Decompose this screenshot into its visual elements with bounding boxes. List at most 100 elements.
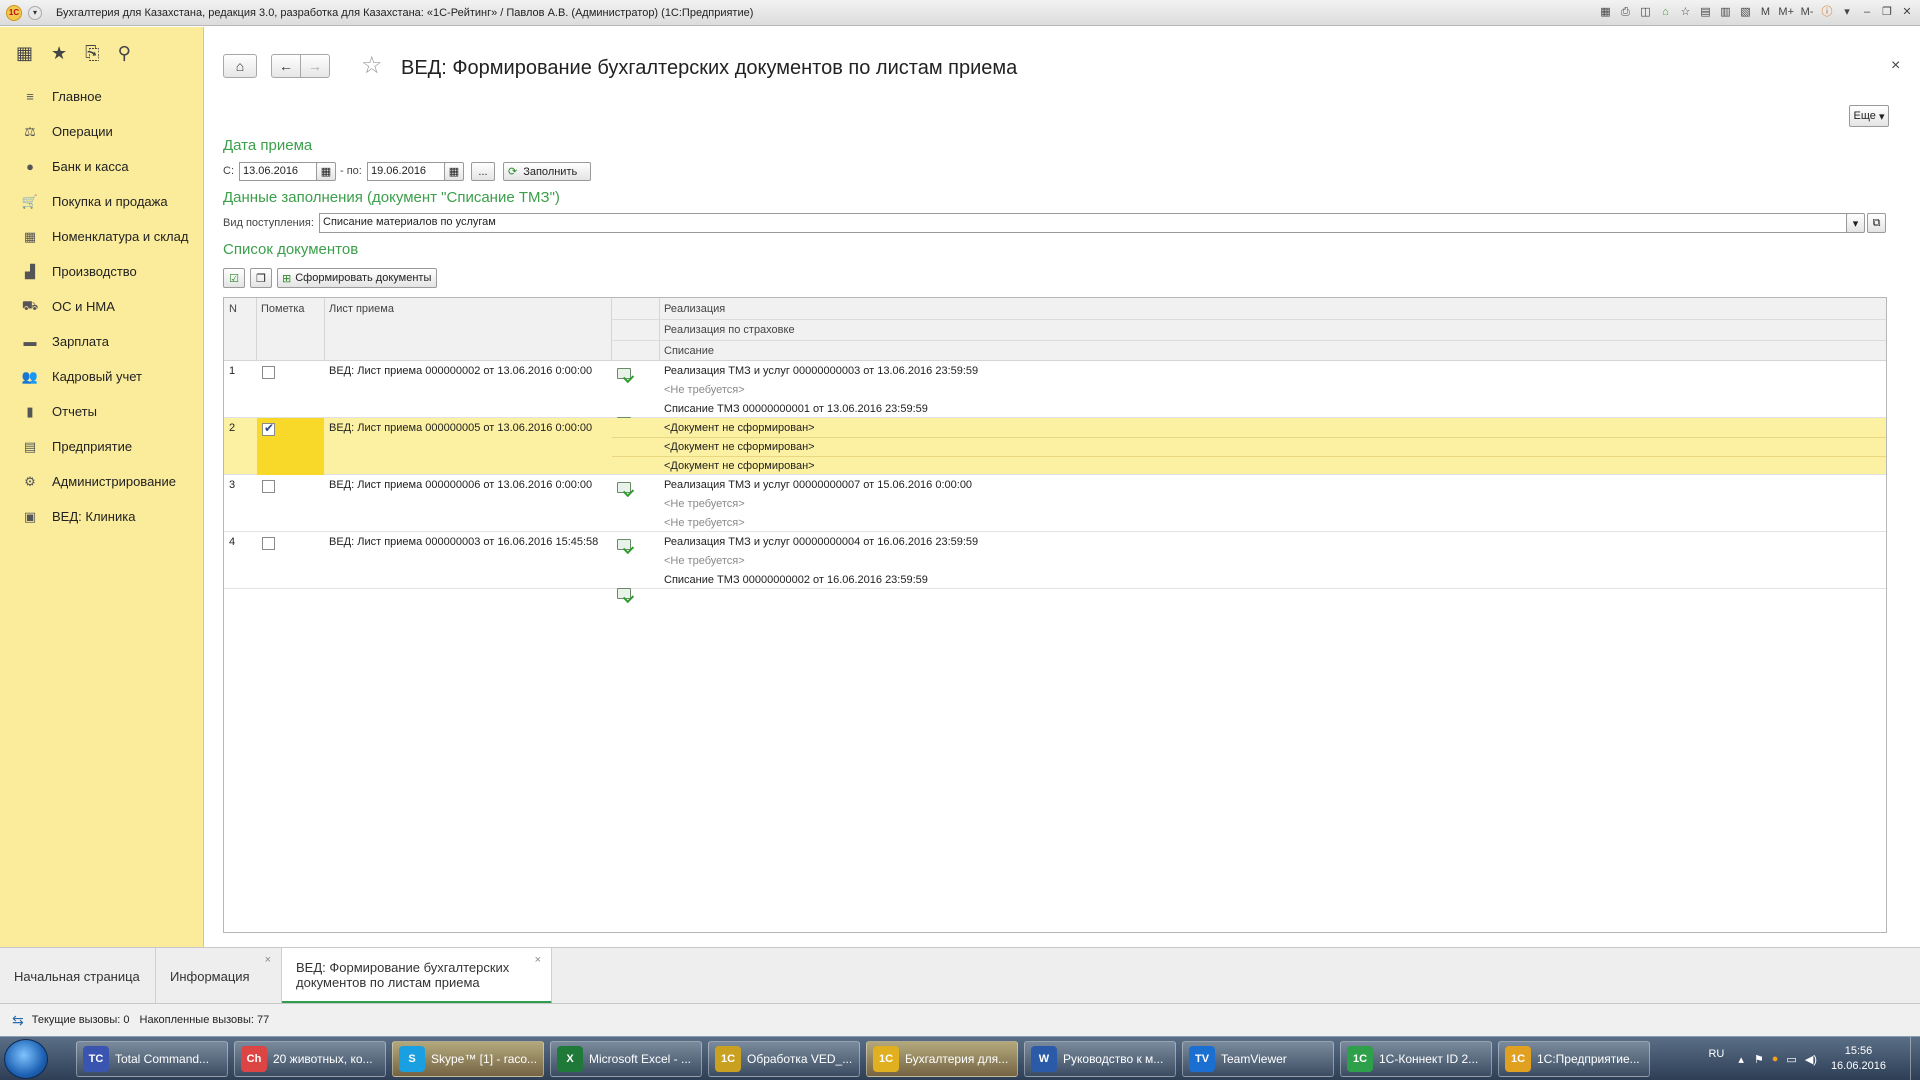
home-small-icon[interactable]: ⌂	[1658, 3, 1672, 21]
generate-documents-button[interactable]: ⊞ Сформировать документы	[277, 268, 437, 288]
calc-small-icon[interactable]: ▥	[1718, 3, 1732, 21]
sidebar-item-8[interactable]: 👥 Кадровый учет	[0, 359, 203, 394]
clock-date[interactable]: 16.06.2016	[1831, 1059, 1886, 1074]
sidebar-item-3[interactable]: 🛒 Покупка и продажа	[0, 184, 203, 219]
sidebar-item-12[interactable]: ▣ ВЕД: Клиника	[0, 499, 203, 534]
sidebar-item-1[interactable]: ⚖ Операции	[0, 114, 203, 149]
language-indicator[interactable]: RU	[1708, 1048, 1724, 1060]
sidebar-item-5[interactable]: ▟ Производство	[0, 254, 203, 289]
check-all-button[interactable]: ☑	[223, 268, 245, 288]
clock-time[interactable]: 15:56	[1845, 1044, 1873, 1059]
network-icon[interactable]: ▭	[1786, 1053, 1796, 1066]
info-icon[interactable]: ⓘ	[1820, 3, 1834, 21]
close-window-icon[interactable]: ✕	[1900, 3, 1914, 21]
row-checkbox[interactable]	[262, 480, 275, 493]
taskbar-item[interactable]: Ch 20 животных, ко...	[234, 1041, 386, 1077]
table-row[interactable]: 4 ВЕД: Лист приема 000000003 от 16.06.201…	[224, 532, 1886, 599]
show-desktop-button[interactable]	[1910, 1037, 1920, 1081]
apps-grid-icon[interactable]: ▦	[16, 43, 33, 64]
row-realization[interactable]: Реализация ТМЗ и услуг 00000000007 от 15…	[664, 479, 972, 491]
volume-icon[interactable]: ◀)	[1805, 1053, 1817, 1066]
tab-close-icon[interactable]: ×	[535, 954, 541, 966]
period-select-button[interactable]: ...	[471, 162, 495, 181]
date-to-input[interactable]: 19.06.2016	[367, 162, 445, 181]
calendar-from-button[interactable]: ▦	[316, 162, 336, 181]
restore-icon[interactable]: ❐	[1880, 3, 1894, 21]
sidebar-item-6[interactable]: ⛟ ОС и НМА	[0, 289, 203, 324]
tab-home[interactable]: Начальная страница	[0, 948, 156, 1004]
print-icon[interactable]: ⎙	[1618, 3, 1632, 21]
forward-button[interactable]: →	[300, 54, 330, 78]
favorites-star-icon[interactable]: ★	[51, 43, 67, 64]
sidebar-item-9[interactable]: ▮ Отчеты	[0, 394, 203, 429]
receipt-dropdown-button[interactable]: ▾	[1846, 213, 1865, 233]
favorite-star-icon[interactable]: ☆	[361, 51, 383, 80]
col-sheet[interactable]: Лист приема	[329, 303, 394, 315]
tab-close-icon[interactable]: ×	[265, 954, 271, 966]
start-button[interactable]	[4, 1039, 48, 1079]
chevron-down-icon[interactable]: ▾	[28, 5, 42, 20]
table-row[interactable]: 2 ✔ ВЕД: Лист приема 000000005 от 13.06.20…	[224, 418, 1886, 475]
minimize-icon[interactable]: –	[1860, 3, 1874, 21]
taskbar-item[interactable]: 1C Обработка VED_...	[708, 1041, 860, 1077]
col-mark[interactable]: Пометка	[261, 303, 305, 315]
date-from-input[interactable]: 13.06.2016	[239, 162, 317, 181]
row-writeoff[interactable]: Списание ТМЗ 00000000002 от 16.06.2016 2…	[664, 574, 928, 586]
receipt-type-input[interactable]: Списание материалов по услугам	[319, 213, 1854, 233]
row-realization[interactable]: Реализация ТМЗ и услуг 00000000003 от 13…	[664, 365, 978, 377]
star-small-icon[interactable]: ☆	[1678, 3, 1692, 21]
taskbar-item[interactable]: 1C 1С:Предприятие...	[1498, 1041, 1650, 1077]
flag-icon[interactable]: ⚑	[1754, 1053, 1764, 1066]
row-writeoff[interactable]: Списание ТМЗ 00000000001 от 13.06.2016 2…	[664, 403, 928, 415]
calendar-small-icon[interactable]: ▧	[1738, 3, 1752, 21]
sidebar-item-0[interactable]: ≡ Главное	[0, 79, 203, 114]
tray-arrow-icon[interactable]: ▴	[1738, 1053, 1744, 1066]
history-icon[interactable]: ⎘	[85, 43, 99, 64]
row-sheet[interactable]: ВЕД: Лист приема 000000006 от 13.06.2016…	[329, 479, 592, 491]
row-checkbox[interactable]	[262, 537, 275, 550]
col-realization[interactable]: Реализация	[664, 303, 725, 315]
menu-down-icon[interactable]: ▾	[1840, 3, 1854, 21]
sidebar-item-4[interactable]: ▦ Номенклатура и склад	[0, 219, 203, 254]
memory-plus-button[interactable]: M+	[1778, 3, 1794, 21]
taskbar-item[interactable]: 1C 1С-Коннект ID 2...	[1340, 1041, 1492, 1077]
row-checkbox[interactable]	[262, 366, 275, 379]
taskbar-item[interactable]: W Руководство к м...	[1024, 1041, 1176, 1077]
toolbar-icon[interactable]: ▦	[1598, 3, 1612, 21]
home-button[interactable]: ⌂	[223, 54, 257, 78]
app-logo-icon[interactable]: 1С	[6, 4, 22, 21]
table-row[interactable]: 3 ВЕД: Лист приема 000000006 от 13.06.201…	[224, 475, 1886, 532]
row-checkbox[interactable]: ✔	[262, 421, 275, 436]
row-sheet[interactable]: ВЕД: Лист приема 000000005 от 13.06.2016…	[329, 422, 592, 434]
sidebar-item-11[interactable]: ⚙ Администрирование	[0, 464, 203, 499]
back-button[interactable]: ←	[271, 54, 301, 78]
table-row[interactable]: 1 ВЕД: Лист приема 000000002 от 13.06.201…	[224, 361, 1886, 428]
close-form-icon[interactable]: ×	[1891, 57, 1900, 75]
tab-info[interactable]: Информация ×	[156, 948, 282, 1004]
receipt-open-button[interactable]: ⧉	[1867, 213, 1886, 233]
taskbar-item[interactable]: 1C Бухгалтерия для...	[866, 1041, 1018, 1077]
taskbar-item[interactable]: TV TeamViewer	[1182, 1041, 1334, 1077]
uncheck-all-button[interactable]: ❐	[250, 268, 272, 288]
col-n[interactable]: N	[229, 303, 237, 315]
fill-button[interactable]: ⟳ Заполнить	[503, 162, 591, 181]
col-writeoff[interactable]: Списание	[664, 345, 714, 357]
app-tray-icon[interactable]: ●	[1772, 1053, 1779, 1065]
taskbar-item[interactable]: X Microsoft Excel - ...	[550, 1041, 702, 1077]
sidebar-item-7[interactable]: ▬ Зарплата	[0, 324, 203, 359]
taskbar-item[interactable]: S Skype™ [1] - raco...	[392, 1041, 544, 1077]
memory-minus-button[interactable]: M-	[1800, 3, 1814, 21]
row-sheet[interactable]: ВЕД: Лист приема 000000003 от 16.06.2016…	[329, 536, 598, 548]
taskbar-item[interactable]: TC Total Command...	[76, 1041, 228, 1077]
preview-icon[interactable]: ◫	[1638, 3, 1652, 21]
row-realization[interactable]: Реализация ТМЗ и услуг 00000000004 от 16…	[664, 536, 978, 548]
more-button[interactable]: Еще ▾	[1849, 105, 1889, 127]
row-sheet[interactable]: ВЕД: Лист приема 000000002 от 13.06.2016…	[329, 365, 592, 377]
search-icon[interactable]: ⚲	[118, 43, 131, 64]
sidebar-item-10[interactable]: ▤ Предприятие	[0, 429, 203, 464]
doc-small-icon[interactable]: ▤	[1698, 3, 1712, 21]
sidebar-item-2[interactable]: ● Банк и касса	[0, 149, 203, 184]
tab-current-form[interactable]: ВЕД: Формирование бухгалтерских документ…	[282, 948, 552, 1004]
calendar-to-button[interactable]: ▦	[444, 162, 464, 181]
memory-m-button[interactable]: M	[1758, 3, 1772, 21]
